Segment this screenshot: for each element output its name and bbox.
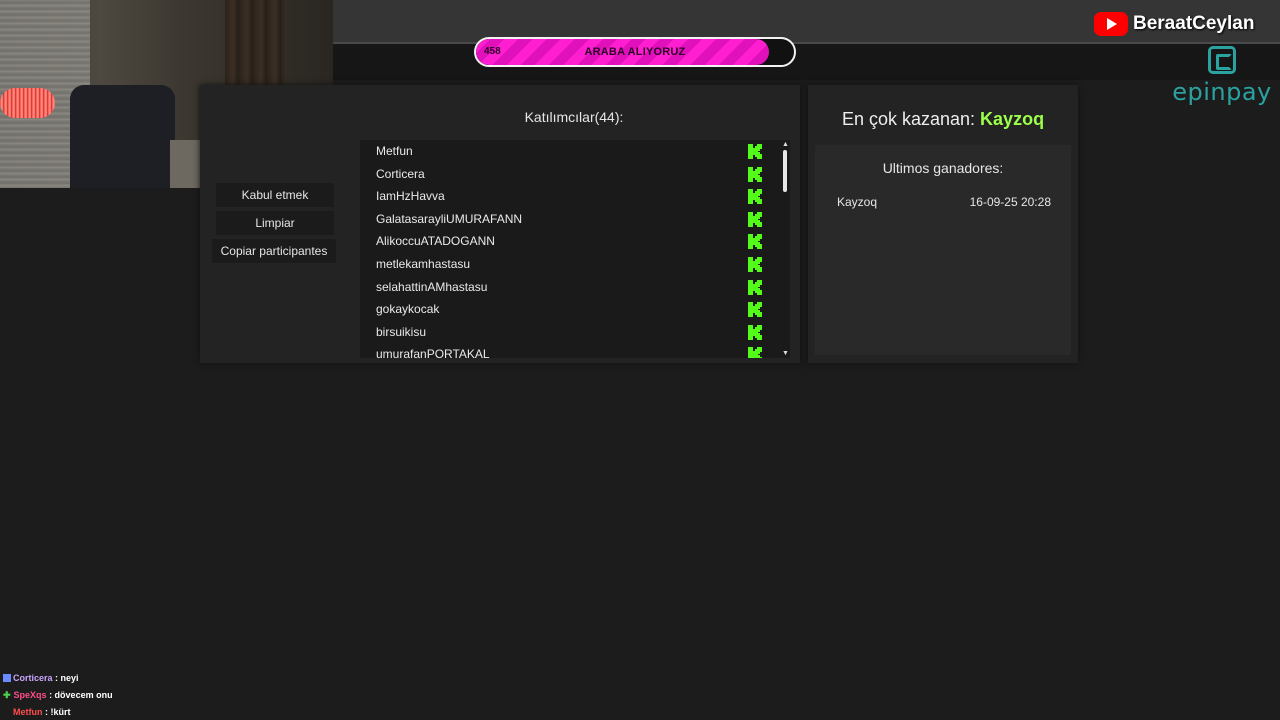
- youtube-branding: BeraatCeylan: [1094, 12, 1254, 36]
- participants-title: Katılımcılar(44):: [524, 109, 624, 125]
- action-buttons: Kabul etmek Limpiar Copiar participantes: [212, 183, 336, 267]
- participant-name: selahattinAMhastasu: [376, 279, 488, 294]
- stream-scene: 458 ARABA ALIYORUZ BeraatCeylan epinpay …: [0, 0, 1280, 720]
- kick-icon: [748, 211, 762, 227]
- participants-scrollbar[interactable]: ▲ ▼: [780, 140, 790, 358]
- kick-icon: [748, 189, 762, 205]
- participant-row[interactable]: AlikoccuATADOGANN: [360, 230, 790, 253]
- recent-winner-name: Kayzoq: [837, 195, 878, 209]
- top-winner-name: Kayzoq: [980, 109, 1045, 129]
- goal-progress-bar: 458 ARABA ALIYORUZ: [474, 37, 796, 67]
- kick-icon: [748, 234, 762, 250]
- kick-icon: [748, 166, 762, 182]
- participant-name: birsuikisu: [376, 324, 427, 339]
- recent-winner-row: Kayzoq 16-09-25 20:28: [837, 195, 1051, 209]
- chat-overlay: Corticera : neyi ✚ SpeXqs : dövecem onu Met…: [3, 672, 113, 720]
- participant-name: IamHzHavva: [376, 189, 445, 204]
- channel-name: BeraatCeylan: [1133, 13, 1255, 34]
- chat-message: Corticera : neyi: [3, 672, 113, 689]
- participant-row[interactable]: gokaykocak: [360, 298, 790, 321]
- scroll-down-arrow-icon[interactable]: ▼: [782, 350, 789, 357]
- participant-row[interactable]: birsuikisu: [360, 321, 790, 344]
- participant-name: GalatasarayliUMURAFANN: [376, 211, 523, 226]
- participant-name: umurafanPORTAKAL: [376, 347, 490, 358]
- kick-icon: [748, 256, 762, 272]
- kick-icon: [748, 144, 762, 159]
- participant-name: Corticera: [376, 166, 425, 181]
- kick-icon: [748, 279, 762, 295]
- chat-username: Metfun: [13, 707, 43, 717]
- sponsor-logo: epinpay: [1172, 46, 1272, 106]
- top-dark-band: [330, 44, 1280, 80]
- participant-name: AlikoccuATADOGANN: [376, 234, 495, 249]
- participant-name: gokaykocak: [376, 302, 440, 317]
- participant-row[interactable]: IamHzHavva: [360, 185, 790, 208]
- kick-icon: [748, 302, 762, 318]
- participant-row[interactable]: Corticera: [360, 163, 790, 186]
- kick-icon: [748, 347, 762, 358]
- sponsor-name: epinpay: [1172, 78, 1272, 106]
- participant-row[interactable]: umurafanPORTAKAL: [360, 343, 790, 358]
- accept-button[interactable]: Kabul etmek: [216, 183, 334, 207]
- participants-rows: Metfun Corticera IamHzHavva GalatasarayliUM…: [360, 140, 790, 358]
- participant-row[interactable]: Metfun: [360, 140, 790, 163]
- chat-text: : neyi: [52, 673, 79, 683]
- winners-panel: En çok kazanan: Kayzoq Ultimos ganadores…: [808, 85, 1078, 363]
- clear-button[interactable]: Limpiar: [216, 211, 334, 235]
- participant-row[interactable]: metlekamhastasu: [360, 253, 790, 276]
- chat-username: Corticera: [13, 673, 53, 683]
- scroll-thumb[interactable]: [783, 150, 787, 192]
- participant-name: metlekamhastasu: [376, 256, 471, 271]
- kick-icon: [748, 324, 762, 340]
- participant-row[interactable]: selahattinAMhastasu: [360, 276, 790, 299]
- participants-list[interactable]: Metfun Corticera IamHzHavva GalatasarayliUM…: [360, 140, 790, 358]
- top-winner-heading: En çok kazanan: Kayzoq: [808, 109, 1078, 130]
- participant-name: Metfun: [376, 144, 413, 158]
- gaming-chair: [70, 85, 175, 188]
- recent-winners-title: Ultimos ganadores:: [882, 160, 1004, 176]
- user-badge-icon: [3, 674, 11, 682]
- top-winner-label: En çok kazanan:: [841, 109, 976, 129]
- recent-winners-box: Ultimos ganadores: Kayzoq 16-09-25 20:28: [815, 145, 1071, 355]
- heater-glow: [0, 88, 55, 118]
- youtube-play-icon: [1094, 12, 1128, 36]
- user-badge-icon: [3, 708, 11, 716]
- copy-participants-button[interactable]: Copiar participantes: [212, 239, 336, 263]
- chat-username: SpeXqs: [13, 690, 47, 700]
- scroll-up-arrow-icon[interactable]: ▲: [782, 141, 789, 148]
- chat-message: Metfun : !kürt: [3, 706, 113, 720]
- participant-row[interactable]: GalatasarayliUMURAFANN: [360, 208, 790, 231]
- chat-text: : !kürt: [42, 707, 71, 717]
- chat-text: : dövecem onu: [46, 690, 113, 700]
- recent-winner-date: 16-09-25 20:28: [969, 195, 1051, 209]
- epinpay-icon: [1208, 46, 1236, 74]
- chat-message: ✚ SpeXqs : dövecem onu: [3, 689, 113, 706]
- giveaway-panel: Kabul etmek Limpiar Copiar participantes…: [200, 85, 800, 363]
- goal-title: ARABA ALIYORUZ: [584, 46, 686, 58]
- subscriber-badge-icon: ✚: [3, 690, 11, 700]
